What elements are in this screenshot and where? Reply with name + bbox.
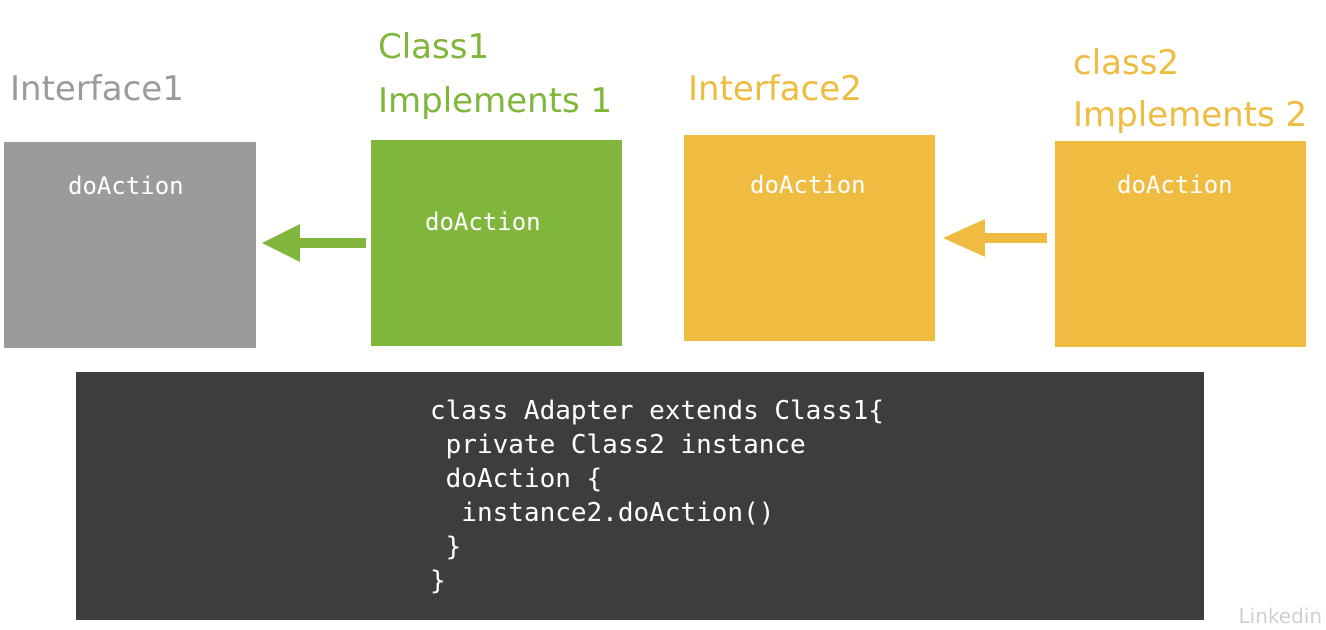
code-line: } [430, 566, 446, 596]
code-line: instance2.doAction() [430, 498, 775, 528]
adapter-code: class Adapter extends Class1{ private Cl… [430, 394, 884, 598]
class1-method: doAction [425, 208, 541, 236]
code-line: doAction { [430, 464, 603, 494]
class1-title-line2: Implements 1 [378, 81, 613, 121]
class2-box: doAction [1055, 141, 1306, 347]
interface1-method: doAction [68, 172, 184, 200]
code-line: private Class2 instance [430, 430, 806, 460]
code-line: class Adapter extends Class1{ [430, 396, 884, 426]
interface1-title: Interface1 [10, 69, 184, 109]
implements-arrow-green [262, 224, 366, 262]
linkedin-watermark: Linkedin [1238, 604, 1322, 628]
class2-title-line1: class2 [1073, 43, 1180, 83]
class1-title-line1: Class1 [378, 27, 490, 67]
code-line: } [430, 532, 462, 562]
interface1-box: doAction [4, 142, 256, 348]
interface2-box: doAction [684, 135, 935, 341]
interface2-method: doAction [750, 171, 866, 199]
adapter-code-block: class Adapter extends Class1{ private Cl… [76, 372, 1204, 620]
class2-method: doAction [1117, 171, 1233, 199]
class1-box: doAction [371, 140, 622, 346]
implements-arrow-yellow [943, 219, 1047, 257]
interface2-title: Interface2 [688, 69, 862, 109]
class2-title-line2: Implements 2 [1073, 95, 1308, 135]
